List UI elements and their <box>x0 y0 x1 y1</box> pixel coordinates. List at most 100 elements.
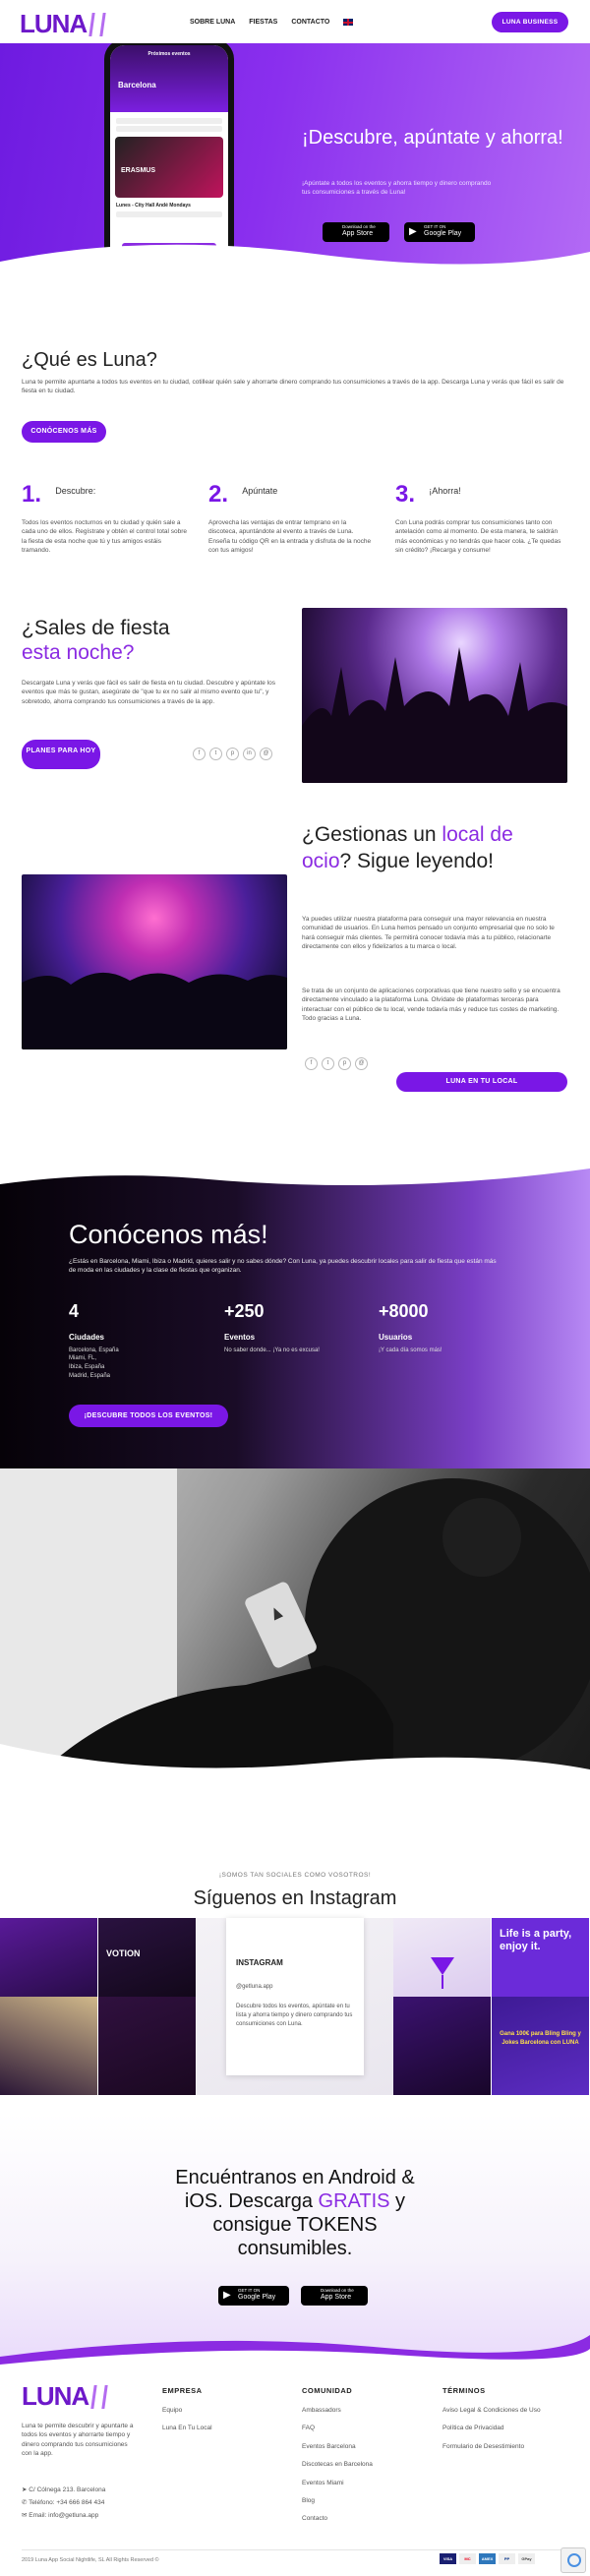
conocenos-button[interactable]: CONÓCENOS MÁS <box>22 421 106 443</box>
instagram-tile[interactable] <box>0 1997 97 2095</box>
instagram-card-handle[interactable]: @getluna.app <box>236 1983 354 1992</box>
club-photo <box>22 874 287 1049</box>
stat-users: +8000 Usuarios ¡Y cada día somos más! <box>379 1298 497 1354</box>
instagram-card-body: Descubre todos los eventos, apúntate en … <box>236 2004 353 2027</box>
pinterest-icon[interactable]: p <box>226 748 239 760</box>
sales-title-line2: esta noche? <box>22 641 135 665</box>
footer-link[interactable]: Eventos Miami <box>302 2479 373 2487</box>
footer-link[interactable]: Política de Privacidad <box>442 2424 541 2432</box>
footer-copyright: 2019 Luna App Social Nightlife, SL All R… <box>22 2557 159 2563</box>
email-icon[interactable]: @ <box>260 748 272 760</box>
stat-number: +250 <box>224 1301 265 1321</box>
footer-link[interactable]: Blog <box>302 2496 373 2505</box>
cocktail-glass-icon <box>90 2385 108 2409</box>
purple-wave <box>0 2335 590 2370</box>
uk-flag-icon[interactable] <box>343 19 354 26</box>
footer-col-heading: TÉRMINOS <box>442 2386 486 2395</box>
footer-link[interactable]: FAQ <box>302 2424 373 2432</box>
hero-wave <box>0 244 590 279</box>
stats-section: Conócenos más! ¿Estás en Barcelona, Miam… <box>0 1161 590 1485</box>
site-header: LUNA SOBRE LUNA FIESTAS CONTACTO LUNA BU… <box>0 0 590 43</box>
footer-link[interactable]: Formulario de Desestimiento <box>442 2442 541 2451</box>
nav-sobre-luna[interactable]: SOBRE LUNA <box>190 18 235 28</box>
nav-contacto[interactable]: CONTACTO <box>291 18 329 28</box>
instagram-tile[interactable] <box>98 1997 196 2095</box>
descubre-eventos-button[interactable]: ¡DESCUBRE TODOS LOS EVENTOS! <box>69 1405 228 1427</box>
pinterest-icon[interactable]: p <box>338 1057 351 1070</box>
app-store-badge-bottom[interactable]: Download on the App Store <box>301 2286 368 2306</box>
hero-section: Próximos eventos Barcelona ERASMUS Lunes… <box>0 43 590 279</box>
download-line2a: iOS. Descarga <box>184 2190 319 2212</box>
instagram-kicker: ¡SOMOS TAN SOCIALES COMO VOSOTROS! <box>218 1872 372 1879</box>
download-title: Encuéntranos en Android & iOS. Descarga … <box>0 2166 590 2260</box>
instagram-tile[interactable]: Gana 100€ para Bling Bling y Jokes Barce… <box>492 1997 589 2095</box>
step-number: 1. <box>22 481 42 508</box>
planes-hoy-button[interactable]: PLANES PARA HOY <box>22 740 100 769</box>
amex-icon: AMEX <box>479 2553 496 2564</box>
paypal-icon: PP <box>499 2553 515 2564</box>
local-body-2: Se trata de un conjunto de aplicaciones … <box>302 988 560 1023</box>
sales-title-line1: ¿Sales de fiesta <box>22 617 170 639</box>
facebook-icon[interactable]: f <box>305 1057 318 1070</box>
footer-col-empresa: EMPRESA Equipo Luna En Tu Local <box>162 2386 212 2433</box>
footer-link[interactable]: Equipo <box>162 2406 212 2415</box>
local-title: ¿Gestionas un local de ocio? Sigue leyen… <box>302 821 567 875</box>
local-title-a: ¿Gestionas un <box>302 823 442 846</box>
phone-city: Barcelona <box>118 81 156 90</box>
phone-detail-row <box>116 211 222 218</box>
footer-link[interactable]: Ambassadors <box>302 2406 373 2415</box>
instagram-card-title: INSTAGRAM <box>236 1958 283 1967</box>
linkedin-icon[interactable]: in <box>243 748 256 760</box>
step-title: Apúntate <box>242 486 278 496</box>
que-es-body: Luna te permite apuntarte a todos tus ev… <box>22 379 564 395</box>
instagram-tile[interactable] <box>393 1997 491 2095</box>
footer-link[interactable]: Aviso Legal & Condiciones de Uso <box>442 2406 541 2415</box>
footer-logo[interactable]: LUNA <box>22 2378 108 2416</box>
download-line2c: y <box>389 2190 406 2212</box>
stats-title: Conócenos más! <box>69 1220 268 1249</box>
footer-link[interactable]: Eventos Barcelona <box>302 2442 373 2451</box>
photo-bottom-wave <box>0 1744 590 1783</box>
step-save: 3. ¡Ahorra! Con Luna podrás comprar tus … <box>395 478 567 555</box>
play-icon: ▶ <box>223 2290 231 2301</box>
step-title: Descubre: <box>55 486 96 496</box>
instagram-title: Síguenos en Instagram <box>193 1887 397 1909</box>
footer-contact: ➤ C/ Cólnega 213. Barcelona ✆ Teléfono: … <box>22 2484 105 2522</box>
footer-phone[interactable]: Teléfono: +34 666 864 434 <box>29 2499 104 2506</box>
phone-icon: ✆ <box>22 2499 28 2506</box>
recaptcha-badge[interactable] <box>560 2547 586 2573</box>
phone-header-label: Próximos eventos <box>148 51 191 57</box>
mastercard-icon: MC <box>459 2553 476 2564</box>
footer-link[interactable]: Luna En Tu Local <box>162 2424 212 2432</box>
cocktail-glass-icon <box>88 13 106 36</box>
luna-logo[interactable]: LUNA <box>20 6 106 43</box>
footer-col-heading: EMPRESA <box>162 2386 203 2395</box>
party-crowd-photo <box>302 608 567 783</box>
phone-hand-photo <box>0 1468 590 1783</box>
page: LUNA SOBRE LUNA FIESTAS CONTACTO LUNA BU… <box>0 0 590 2576</box>
luna-en-tu-local-button[interactable]: LUNA EN TU LOCAL <box>396 1072 567 1092</box>
footer-divider <box>22 2549 568 2550</box>
footer-email[interactable]: Email: info@getluna.app <box>29 2512 98 2519</box>
phone-event-name: Lunes - City Hall Andé Mondays <box>116 203 191 209</box>
crowd-silhouette <box>302 647 567 783</box>
phone-date-row <box>116 126 222 132</box>
footer-col-comunidad: COMUNIDAD Ambassadors FAQ Eventos Barcel… <box>302 2386 373 2524</box>
email-icon[interactable]: @ <box>355 1057 368 1070</box>
stats-body: ¿Estás en Barcelona, Miami, Ibiza o Madr… <box>69 1258 497 1275</box>
visa-icon: VISA <box>440 2553 456 2564</box>
nav-fiestas[interactable]: FIESTAS <box>249 18 277 28</box>
twitter-icon[interactable]: t <box>209 748 222 760</box>
sales-body: Descargate Luna y verás que fácil es sal… <box>22 680 275 705</box>
footer-link[interactable]: Discotecas en Barcelona <box>302 2460 373 2469</box>
footer-link[interactable]: Contacto <box>302 2514 373 2523</box>
club-crowd-silhouette <box>22 972 287 1049</box>
facebook-icon[interactable]: f <box>193 748 206 760</box>
luna-business-button[interactable]: LUNA BUSINESS <box>492 12 568 32</box>
step-description: Aprovecha las ventajas de entrar tempran… <box>208 518 372 555</box>
step-description: Todos los eventos nocturnos en tu ciudad… <box>22 518 188 555</box>
download-line1: Encuéntranos en Android & <box>175 2167 415 2188</box>
twitter-icon[interactable]: t <box>322 1057 334 1070</box>
google-play-badge-bottom[interactable]: ▶ GET IT ON Google Play <box>218 2286 289 2306</box>
local-body-1: Ya puedes utilizar nuestra plataforma pa… <box>302 916 555 951</box>
